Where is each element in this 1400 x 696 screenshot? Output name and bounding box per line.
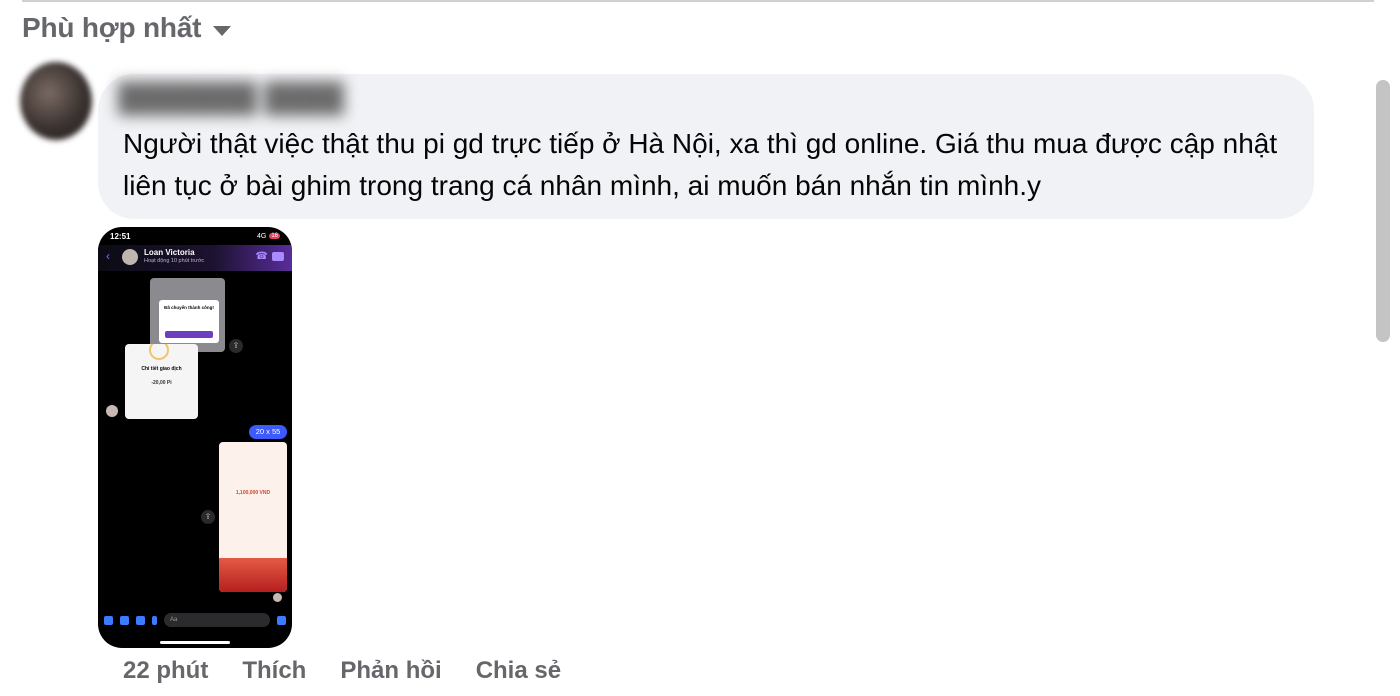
dialog-button (165, 331, 213, 338)
like-button[interactable]: Thích (242, 657, 306, 685)
success-dialog: Đã chuyển thành công! (159, 300, 219, 343)
sort-label: Phù hợp nhất (22, 12, 202, 43)
sort-dropdown[interactable]: Phù hợp nhất (22, 12, 232, 44)
messenger-header: ‹ Loan Victoria Hoạt động 10 phút trước … (98, 245, 292, 271)
battery-badge: 16 (269, 233, 280, 239)
sent-message-bubble: 20 x 55 (249, 425, 287, 439)
transaction-amount: -20,00 Pi (151, 380, 172, 386)
transfer-amount: 1,100,000 VND (235, 490, 271, 496)
like-icon (277, 615, 286, 625)
promo-band (219, 558, 287, 592)
share-button[interactable]: Chia sẻ (476, 657, 561, 685)
reply-button[interactable]: Phản hồi (340, 657, 441, 685)
shared-screenshot-success: Đã chuyển thành công! (150, 278, 225, 352)
seen-avatar (273, 593, 282, 602)
transaction-title: Chi tiết giao dịch (141, 366, 182, 372)
top-divider (22, 0, 1374, 2)
plus-icon (104, 615, 113, 625)
phone-status-bar: 12:51 4G 16 (98, 227, 292, 245)
phone-time: 12:51 (110, 231, 131, 241)
comment-actions: 22 phút Thích Phản hồi Chia sẻ (123, 657, 595, 685)
phone-icon: ☎ (255, 251, 268, 262)
sender-avatar (106, 405, 118, 417)
back-chevron-icon: ‹ (106, 249, 110, 263)
shared-screenshot-transfer: 1,100,000 VND (219, 442, 287, 592)
comment-timestamp[interactable]: 22 phút (123, 657, 208, 685)
author-name-blurred[interactable]: ███████ ████ (118, 82, 344, 120)
phone-status-icons: 4G 16 (257, 233, 280, 240)
shared-screenshot-transaction: Chi tiết giao dịch -20,00 Pi (125, 344, 198, 419)
comment-text: Người thật việc thật thu pi gd trực tiếp… (123, 128, 1278, 201)
dialog-title: Đã chuyển thành công! (164, 305, 214, 310)
video-icon (272, 252, 284, 261)
contact-name: Loan Victoria (144, 248, 195, 257)
message-composer: Aa (98, 606, 292, 634)
message-input: Aa (164, 613, 270, 627)
contact-status: Hoạt động 10 phút trước (144, 258, 205, 264)
mic-icon (152, 615, 157, 625)
share-icon: ⇪ (229, 339, 243, 353)
scrollbar[interactable] (1376, 80, 1390, 342)
camera-icon (120, 615, 129, 625)
home-indicator (160, 641, 230, 644)
network-label: 4G (256, 232, 267, 240)
avatar[interactable] (20, 62, 92, 140)
share-icon: ⇪ (201, 510, 215, 524)
caret-down-icon (213, 26, 232, 36)
coin-icon (149, 344, 169, 360)
comment-image-attachment[interactable]: 12:51 4G 16 ‹ Loan Victoria Hoạt động 10… (98, 227, 292, 648)
image-icon (136, 615, 145, 625)
contact-avatar (122, 249, 138, 265)
